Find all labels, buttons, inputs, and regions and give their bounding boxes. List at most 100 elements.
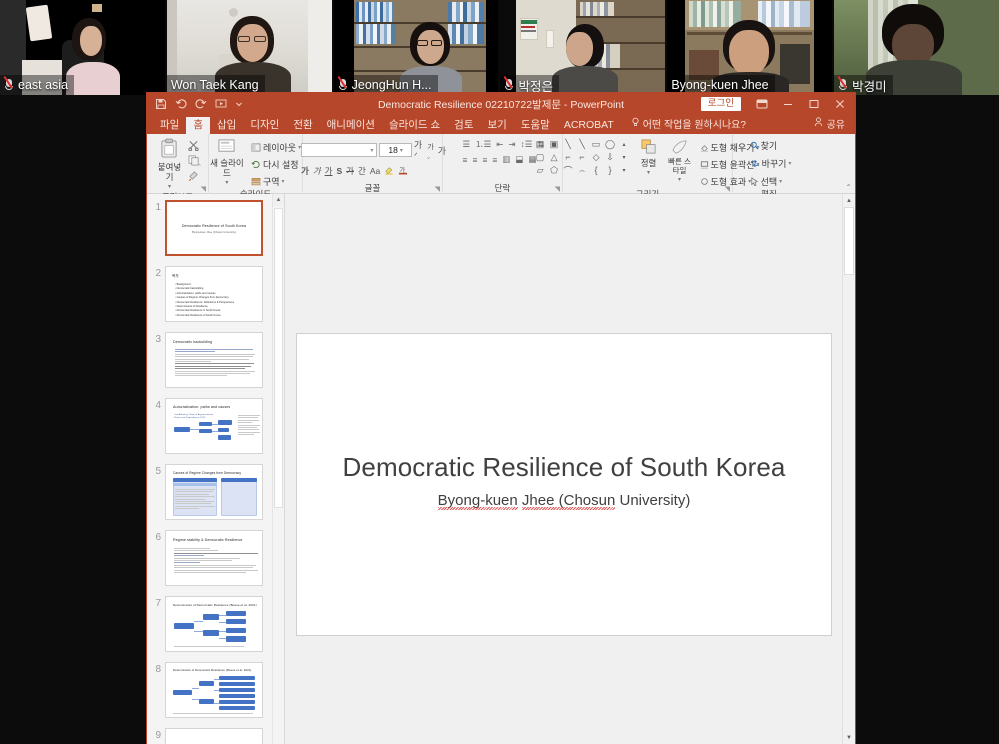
shape-connector-icon[interactable]: ⌐	[576, 151, 589, 163]
font-size-input[interactable]: 18 ▾	[379, 143, 412, 157]
quick-styles-button[interactable]: 빠른 스타일 ▾	[667, 138, 693, 185]
slide-thumbnail-row[interactable]: 6 Regime stability & Democratic Resilien…	[147, 530, 272, 596]
underline-button[interactable]: 가	[325, 165, 333, 177]
new-slide-dropdown-icon[interactable]: ▾	[225, 178, 228, 188]
shape-textbox-icon[interactable]: ▤	[534, 138, 547, 150]
paste-dropdown-icon[interactable]: ▾	[168, 182, 171, 192]
shape-elbow-icon[interactable]: ⌐	[562, 151, 575, 163]
maximize-icon[interactable]	[801, 93, 827, 115]
tab-insert[interactable]: 삽입	[210, 117, 243, 134]
slide-thumbnail[interactable]: Determinants of Democratic Resilience (B…	[165, 596, 263, 652]
slide-thumbnail-row[interactable]: 5 Causes of Regime Changes from Democrac…	[147, 464, 272, 530]
font-size-dropdown-icon[interactable]: ▾	[400, 147, 403, 154]
select-button[interactable]: 선택 ▾	[748, 174, 785, 189]
slide-thumbnail-row[interactable]: 4 Autocratization: paths and causes Low …	[147, 398, 272, 464]
shape-arrow-down-icon[interactable]: ⇩	[604, 151, 617, 163]
save-icon[interactable]	[155, 98, 167, 110]
canvas-scroll-up-icon[interactable]: ▲	[843, 194, 855, 207]
participant-tile[interactable]: 박정은	[500, 0, 666, 95]
participant-tile[interactable]: Won Taek Kang	[166, 0, 332, 95]
qat-more-icon[interactable]	[235, 98, 243, 110]
thumbnail-scrollbar-thumb[interactable]	[274, 208, 283, 508]
shrink-font-button[interactable]: 가ˬ	[427, 142, 435, 159]
slide-thumbnail[interactable]: 목차 Background Democratic backsliding Aut…	[165, 266, 263, 322]
shape-scroll-up-icon[interactable]: ▴	[618, 138, 631, 150]
align-left-button[interactable]: ≡	[463, 155, 468, 165]
slide-thumbnail[interactable]: Democratic backsliding	[165, 332, 263, 388]
slide-thumbnail-row[interactable]: 1 Democratic Resilience of South Korea B…	[147, 200, 272, 266]
tell-me-search-box[interactable]: 어떤 작업을 원하시나요?	[621, 114, 752, 134]
font-color-button[interactable]: 가	[398, 165, 408, 177]
slide-thumbnail-row[interactable]: 7 Determinants of Democratic Resilience …	[147, 596, 272, 662]
slide-thumbnail[interactable]: Autocratization: paths and causes Low Al…	[165, 398, 263, 454]
tab-view[interactable]: 보기	[481, 117, 514, 134]
sign-in-button[interactable]: 로그인	[700, 97, 741, 111]
participant-tile-active-speaker[interactable]: Byong-kuen Jhee	[667, 0, 833, 95]
collapse-ribbon-icon[interactable]: ⌃	[845, 183, 852, 192]
tab-transitions[interactable]: 전환	[286, 117, 319, 134]
close-icon[interactable]	[827, 93, 853, 115]
tab-help[interactable]: 도움말	[514, 117, 557, 134]
replace-button[interactable]: 바꾸기 ▾	[748, 156, 794, 171]
slide-title-textbox[interactable]: Democratic Resilience of South Korea	[297, 452, 831, 483]
slide-thumbnail[interactable]	[165, 728, 263, 744]
slide-thumbnail-row[interactable]: 8 Determinants of Democratic Resilience …	[147, 662, 272, 728]
current-slide[interactable]: Democratic Resilience of South Korea Byo…	[296, 333, 832, 636]
slide-thumbnail-row[interactable]: 3 Democratic backsliding	[147, 332, 272, 398]
shape-gallery[interactable]: ▤ ▣ ╲ ╲ ▭ ◯ ▴ ▢ △ ⌐ ⌐ ◇ ⇩ ▾ ▱ ⬠ ⌒ ⌢ {} …	[534, 138, 631, 176]
undo-icon[interactable]	[175, 98, 187, 110]
arrange-dropdown-icon[interactable]: ▾	[647, 168, 650, 178]
arrange-button[interactable]: 정렬 ▾	[636, 138, 662, 178]
shape-scroll-down-icon[interactable]: ▾	[618, 151, 631, 163]
canvas-scrollbar-thumb[interactable]	[844, 207, 854, 275]
copy-button[interactable]	[188, 155, 201, 168]
align-center-button[interactable]: ≡	[472, 155, 477, 165]
canvas-scroll-down-icon[interactable]: ▼	[843, 731, 855, 744]
minimize-icon[interactable]	[775, 93, 801, 115]
shape-brace-left-icon[interactable]: {	[590, 164, 603, 176]
decrease-indent-button[interactable]: ⇤	[496, 139, 503, 150]
shape-rect-icon[interactable]: ▭	[590, 138, 603, 150]
tab-review[interactable]: 검토	[447, 117, 480, 134]
shape-oval-icon[interactable]: ◯	[604, 138, 617, 150]
thumbnail-scroll-up-icon[interactable]: ▲	[273, 194, 284, 206]
bullets-button[interactable]: ☰	[463, 139, 471, 150]
new-slide-button[interactable]: 새 슬라이드 ▾	[208, 138, 246, 188]
shape-square-icon[interactable]: ▢	[534, 151, 547, 163]
strikethrough-button[interactable]: 가	[346, 165, 354, 177]
ribbon-display-options-icon[interactable]	[749, 93, 775, 115]
shape-brace-right-icon[interactable]: }	[604, 164, 617, 176]
shape-arc-icon[interactable]: ⌢	[576, 164, 589, 176]
start-slideshow-icon[interactable]	[215, 98, 227, 110]
align-right-button[interactable]: ≡	[482, 155, 487, 165]
share-button[interactable]: 공유	[808, 114, 855, 134]
tab-design[interactable]: 디자인	[243, 117, 286, 134]
shape-arrow-icon[interactable]: ╲	[576, 138, 589, 150]
text-highlight-button[interactable]	[384, 165, 394, 177]
justify-button[interactable]: ≡	[492, 155, 497, 165]
align-text-button[interactable]: ⬓	[515, 154, 523, 165]
italic-button[interactable]: 가	[313, 165, 321, 177]
line-spacing-button[interactable]: ↕☰	[521, 139, 533, 150]
slide-thumbnail[interactable]: Democratic Resilience of South Korea Byo…	[165, 200, 263, 256]
shape-line-icon[interactable]: ╲	[562, 138, 575, 150]
character-spacing-button[interactable]: 간	[358, 165, 366, 177]
tab-slideshow[interactable]: 슬라이드 쇼	[382, 117, 447, 134]
redo-icon[interactable]	[195, 98, 207, 110]
select-dropdown-icon[interactable]: ▾	[779, 178, 782, 185]
shape-curve-icon[interactable]: ⌒	[562, 164, 575, 176]
quick-styles-dropdown-icon[interactable]: ▾	[678, 175, 681, 185]
shape-diamond-icon[interactable]: ◇	[590, 151, 603, 163]
participant-tile[interactable]: 박경미	[834, 0, 999, 95]
bold-button[interactable]: 가	[301, 165, 309, 177]
clipboard-dialog-launcher-icon[interactable]: ◥	[201, 185, 206, 193]
section-dropdown-icon[interactable]: ▾	[282, 178, 285, 185]
find-button[interactable]: 찾기	[748, 138, 780, 153]
paste-button[interactable]: 붙여넣기 ▾	[155, 138, 185, 192]
grow-font-button[interactable]: 가ᐟ	[414, 138, 426, 162]
shape-gallery-more-icon[interactable]: ▾	[618, 164, 631, 176]
font-dialog-launcher-icon[interactable]: ◥	[435, 185, 440, 193]
slide-thumbnail-row[interactable]: 9	[147, 728, 272, 744]
slide-thumbnail-row[interactable]: 2 목차 Background Democratic backsliding A…	[147, 266, 272, 332]
shape-flow-icon[interactable]: ⬠	[548, 164, 561, 176]
